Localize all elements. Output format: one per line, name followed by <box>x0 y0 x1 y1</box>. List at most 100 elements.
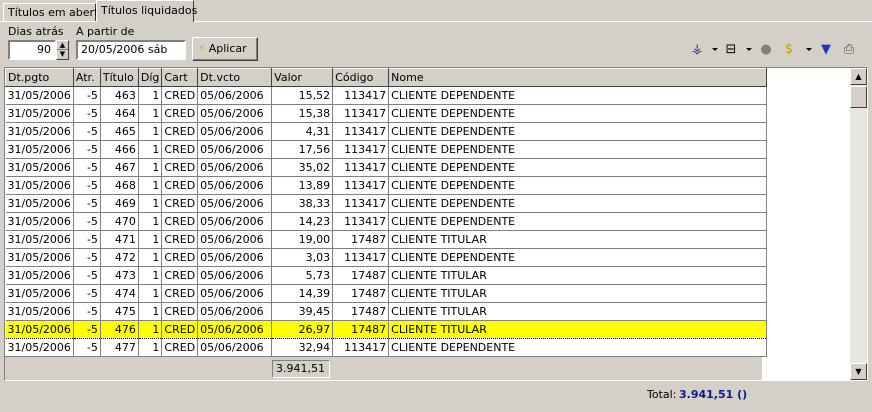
scroll-up-icon[interactable]: ▲ <box>850 68 867 85</box>
tree-filter-icon[interactable]: ⚶ <box>688 42 706 58</box>
table-cell: 1 <box>138 122 163 141</box>
table-cell: 31/05/2006 <box>5 158 74 177</box>
lightning-icon: ⚡ <box>198 42 206 55</box>
column-header[interactable]: Código <box>332 68 390 87</box>
table-cell: 05/06/2006 <box>197 104 273 123</box>
dropdown-caret-icon[interactable] <box>712 48 718 51</box>
table-cell: -5 <box>73 248 101 267</box>
table-cell: 17487 <box>332 302 390 321</box>
table-row[interactable]: 31/05/2006 -5 465 1 CRED 05/06/2006 4,31 113417… <box>5 122 768 141</box>
table-row[interactable]: 31/05/2006 -5 466 1 CRED 05/06/2006 17,56 11341… <box>5 140 768 159</box>
table-cell: CRED <box>161 86 199 105</box>
table-cell: 113417 <box>332 86 390 105</box>
table-cell: CRED <box>161 194 199 213</box>
column-header[interactable]: Dt.pgto <box>5 68 74 87</box>
table-row[interactable]: 31/05/2006 -5 470 1 CRED 05/06/2006 14,23 11341… <box>5 212 768 231</box>
table-cell: 473 <box>100 266 139 285</box>
spin-down-icon[interactable]: ▼ <box>57 50 68 59</box>
table-row[interactable]: 31/05/2006 -5 464 1 CRED 05/06/2006 15,38 11341… <box>5 104 768 123</box>
table-cell: 05/06/2006 <box>197 338 273 357</box>
table-cell: 15,38 <box>271 104 334 123</box>
layout-icon[interactable]: ⊟ <box>722 42 740 58</box>
printer-icon[interactable]: ⎙ <box>840 42 858 58</box>
table-cell: 05/06/2006 <box>197 266 273 285</box>
table-cell: 113417 <box>332 176 390 195</box>
table-cell: 470 <box>100 212 139 231</box>
column-header[interactable]: Título <box>99 68 139 87</box>
apply-button-label: Aplicar <box>208 42 247 55</box>
dias-atras-spinner[interactable]: ▲ ▼ <box>56 40 69 60</box>
column-header[interactable]: Valor <box>271 68 334 87</box>
titles-grid[interactable]: Dt.pgto Atr. Título Díg Cart Dt.vcto Valor Códi… <box>4 67 868 381</box>
table-cell: 05/06/2006 <box>197 194 273 213</box>
table-cell: 113417 <box>332 104 390 123</box>
table-cell: 472 <box>100 248 139 267</box>
circle-icon[interactable]: ● <box>757 42 775 58</box>
column-header[interactable]: Díg <box>137 68 163 87</box>
table-cell: 1 <box>138 284 163 303</box>
table-cell: 475 <box>100 302 139 321</box>
table-cell: 1 <box>138 302 163 321</box>
column-header[interactable]: Nome <box>388 68 768 87</box>
table-cell: 113417 <box>332 194 390 213</box>
a-partir-de-input[interactable]: 20/05/2006 sáb <box>76 40 186 60</box>
table-cell: 05/06/2006 <box>197 158 273 177</box>
table-cell: -5 <box>73 320 101 339</box>
table-row[interactable]: 31/05/2006 -5 473 1 CRED 05/06/2006 5,73 17487 C… <box>5 266 768 285</box>
tab-label: Títulos liquidados <box>101 4 198 17</box>
table-cell: CLIENTE DEPENDENTE <box>388 194 768 213</box>
table-cell: 1 <box>138 248 163 267</box>
column-header[interactable]: Cart <box>161 68 199 87</box>
scroll-thumb[interactable] <box>850 86 867 108</box>
table-cell: CLIENTE DEPENDENTE <box>388 122 768 141</box>
table-cell: 26,97 <box>271 320 334 339</box>
table-cell: -5 <box>73 104 101 123</box>
table-row[interactable]: 31/05/2006 -5 467 1 CRED 05/06/2006 35,02 11341… <box>5 158 768 177</box>
tab-titulos-liquidados[interactable]: Títulos liquidados <box>96 0 198 22</box>
table-cell: 17487 <box>332 284 390 303</box>
dias-atras-input[interactable]: 90 <box>8 40 56 60</box>
table-row[interactable]: 31/05/2006 -5 463 1 CRED 05/06/2006 15,52 11341… <box>5 86 768 105</box>
table-cell: 05/06/2006 <box>197 248 273 267</box>
table-row[interactable]: 31/05/2006 -5 475 1 CRED 05/06/2006 39,45 17487… <box>5 302 768 321</box>
titles-table[interactable]: Dt.pgto Atr. Título Díg Cart Dt.vcto Valor Códi… <box>5 68 768 357</box>
table-cell: -5 <box>73 176 101 195</box>
table-row[interactable]: 31/05/2006 -5 476 1 CRED 05/06/2006 26,97 17487… <box>5 320 768 339</box>
vertical-scrollbar[interactable]: ▲ ▼ <box>850 68 867 380</box>
funnel-icon[interactable]: ▼ <box>817 42 835 58</box>
table-cell: CRED <box>161 158 199 177</box>
table-cell: 31/05/2006 <box>5 104 74 123</box>
table-cell: 1 <box>138 140 163 159</box>
dollar-icon[interactable]: $ <box>780 42 798 58</box>
table-cell: 1 <box>138 176 163 195</box>
table-cell: 1 <box>138 212 163 231</box>
dropdown-caret-icon[interactable] <box>806 48 812 51</box>
table-row[interactable]: 31/05/2006 -5 469 1 CRED 05/06/2006 38,33 11341… <box>5 194 768 213</box>
table-row[interactable]: 31/05/2006 -5 471 1 CRED 05/06/2006 19,00 17487… <box>5 230 768 249</box>
table-cell: 05/06/2006 <box>197 302 273 321</box>
table-cell: 17487 <box>332 230 390 249</box>
column-header[interactable]: Dt.vcto <box>197 68 273 87</box>
table-cell: 35,02 <box>271 158 334 177</box>
table-cell: CLIENTE DEPENDENTE <box>388 140 768 159</box>
column-header[interactable]: Atr. <box>72 68 101 87</box>
table-row[interactable]: 31/05/2006 -5 472 1 CRED 05/06/2006 3,03 113417… <box>5 248 768 267</box>
total-value: 3.941,51 () <box>679 388 748 401</box>
table-cell: 14,39 <box>271 284 334 303</box>
table-row[interactable]: 31/05/2006 -5 477 1 CRED 05/06/2006 32,94 11341… <box>5 338 768 357</box>
table-row[interactable]: 31/05/2006 -5 474 1 CRED 05/06/2006 14,39 17487… <box>5 284 768 303</box>
dropdown-caret-icon[interactable] <box>746 48 752 51</box>
table-row[interactable]: 31/05/2006 -5 468 1 CRED 05/06/2006 13,89 11341… <box>5 176 768 195</box>
table-cell: -5 <box>73 284 101 303</box>
table-cell: 31/05/2006 <box>5 212 74 231</box>
tab-titulos-em-aberto[interactable]: Títulos em aberto <box>3 3 105 22</box>
table-cell: 17,56 <box>271 140 334 159</box>
scroll-down-icon[interactable]: ▼ <box>850 363 867 380</box>
table-cell: 32,94 <box>271 338 334 357</box>
apply-button[interactable]: ⚡ Aplicar <box>192 37 258 61</box>
table-cell: CLIENTE TITULAR <box>388 284 768 303</box>
table-cell: CRED <box>161 140 199 159</box>
table-cell: 19,00 <box>271 230 334 249</box>
spin-up-icon[interactable]: ▲ <box>57 41 68 50</box>
table-cell: 1 <box>138 266 163 285</box>
